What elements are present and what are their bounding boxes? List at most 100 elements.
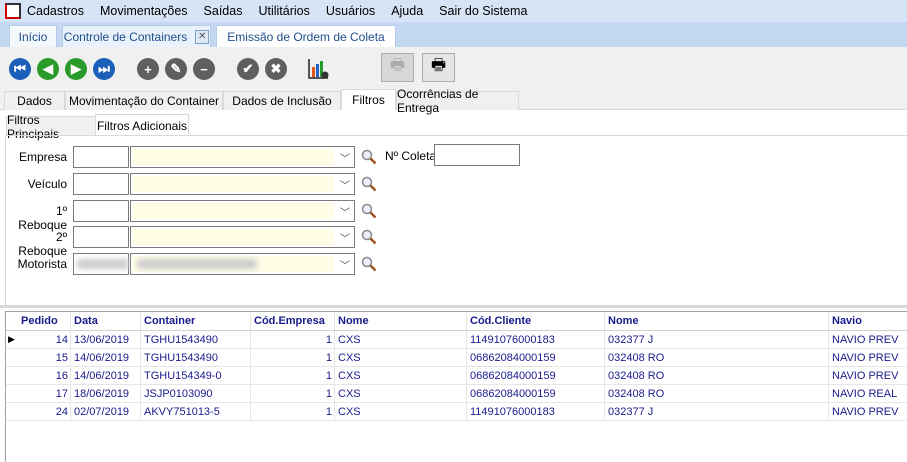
cell: 032408 RO bbox=[608, 352, 665, 364]
menu-saidas[interactable]: Saídas bbox=[204, 4, 243, 18]
cell: Nome bbox=[338, 315, 369, 327]
tab-label: Controle de Containers bbox=[63, 29, 188, 44]
cell: JSJP0103090 bbox=[144, 388, 213, 400]
cell: CXS bbox=[338, 352, 361, 364]
reboque-2-code-input[interactable] bbox=[73, 226, 129, 248]
tab-label: Filtros Adicionais bbox=[96, 118, 188, 133]
cell: CXS bbox=[338, 388, 361, 400]
splitter[interactable] bbox=[0, 305, 907, 308]
cell: 1 bbox=[325, 334, 332, 346]
cell: Container bbox=[144, 315, 196, 327]
table-row[interactable]: 16 14/06/2019 TGHU154349-0 1 CXS 068620840001… bbox=[6, 367, 907, 385]
cell: 11491076000183 bbox=[470, 334, 555, 346]
cell: 06862084000159 bbox=[470, 352, 556, 364]
veiculo-select[interactable]: ﹀ bbox=[130, 173, 355, 195]
cell: 14/06/2019 bbox=[74, 370, 130, 382]
reboque-2-label: 2º Reboque bbox=[18, 230, 67, 258]
cell: 24 bbox=[55, 406, 68, 418]
cell: Navio bbox=[832, 315, 862, 327]
reboque-1-select[interactable]: ﹀ bbox=[130, 200, 355, 222]
tab-controle-containers[interactable]: Controle de Containers ✕ bbox=[62, 25, 211, 47]
subtab-filtros-adicionais[interactable]: Filtros Adicionais bbox=[95, 114, 189, 136]
menu-movimentacoes[interactable]: Movimentações bbox=[100, 4, 188, 18]
cell: Data bbox=[74, 315, 98, 327]
motorista-code-input[interactable] bbox=[73, 253, 129, 275]
cell: 1 bbox=[325, 370, 332, 382]
edit-pencil-icon[interactable]: ✎ bbox=[165, 58, 187, 80]
cancel-x-icon[interactable]: ✖ bbox=[265, 58, 287, 80]
document-tabs: Início Controle de Containers ✕ Emissão d… bbox=[0, 22, 907, 47]
cell: Pedido bbox=[21, 315, 58, 327]
last-record-icon[interactable]: ⏭ bbox=[93, 58, 115, 80]
table-row[interactable]: 24 02/07/2019 AKVY751013-5 1 CXS 114910760001… bbox=[6, 403, 907, 421]
menu-cadastros[interactable]: Cadastros bbox=[27, 4, 84, 18]
chevron-down-icon[interactable]: ﹀ bbox=[340, 204, 350, 219]
empresa-code-input[interactable] bbox=[73, 146, 129, 168]
cell: 02/07/2019 bbox=[74, 406, 130, 418]
search-icon[interactable] bbox=[361, 176, 377, 192]
menu-utilitarios[interactable]: Utilitários bbox=[258, 4, 309, 18]
confirm-check-icon[interactable]: ✔ bbox=[237, 58, 259, 80]
close-tab-icon[interactable]: ✕ bbox=[195, 29, 210, 44]
veiculo-label: Veículo bbox=[27, 177, 67, 191]
search-icon[interactable] bbox=[361, 256, 377, 272]
tab-emissao-ordem-coleta[interactable]: Emissão de Ordem de Coleta bbox=[216, 25, 396, 47]
next-record-icon[interactable]: ▶ bbox=[65, 58, 87, 80]
veiculo-code-input[interactable] bbox=[73, 173, 129, 195]
tab-ocorrencias[interactable]: Ocorrências de Entrega bbox=[396, 87, 519, 115]
chevron-down-icon[interactable]: ﹀ bbox=[340, 150, 350, 165]
tab-dados-inclusao[interactable]: Dados de Inclusão bbox=[223, 91, 341, 110]
table-row[interactable]: 14 13/06/2019 TGHU1543490 1 CXS 1149107600018… bbox=[6, 331, 907, 349]
cell: NAVIO REAL bbox=[832, 388, 898, 400]
toolbar: ⏮ ◀ ▶ ⏭ + ✎ − ✔ ✖ 🖶 🖶 bbox=[0, 47, 907, 89]
print-icon[interactable]: 🖶 bbox=[422, 53, 455, 82]
cell: TGHU154349-0 bbox=[144, 370, 222, 382]
tab-dados[interactable]: Dados bbox=[4, 91, 65, 110]
cell: CXS bbox=[338, 334, 361, 346]
reboque-1-code-input[interactable] bbox=[73, 200, 129, 222]
cell: 06862084000159 bbox=[470, 388, 556, 400]
menu-ajuda[interactable]: Ajuda bbox=[391, 4, 423, 18]
reboque-1-label: 1º Reboque bbox=[18, 204, 67, 232]
table-row[interactable]: 17 18/06/2019 JSJP0103090 1 CXS 0686208400015… bbox=[6, 385, 907, 403]
cell: 1 bbox=[325, 388, 332, 400]
cell: 032377 J bbox=[608, 406, 654, 418]
empresa-select[interactable]: ﹀ bbox=[130, 146, 355, 168]
table-row[interactable]: 15 14/06/2019 TGHU1543490 1 CXS 0686208400015… bbox=[6, 349, 907, 367]
menu-sair[interactable]: Sair do Sistema bbox=[439, 4, 527, 18]
cell: 16 bbox=[55, 370, 68, 382]
search-icon[interactable] bbox=[361, 149, 377, 165]
cell: 17 bbox=[55, 388, 68, 400]
tab-filtros[interactable]: Filtros bbox=[341, 89, 396, 110]
chevron-down-icon[interactable]: ﹀ bbox=[340, 257, 350, 272]
first-record-icon[interactable]: ⏮ bbox=[9, 58, 31, 80]
redacted-value bbox=[137, 259, 257, 269]
menu-usuarios[interactable]: Usuários bbox=[326, 4, 375, 18]
cell: CXS bbox=[338, 370, 361, 382]
coleta-input[interactable] bbox=[434, 144, 520, 166]
cell: 1 bbox=[325, 406, 332, 418]
tab-label: Filtros bbox=[352, 93, 385, 107]
cell: NAVIO PREV bbox=[832, 352, 899, 364]
tab-movimentacao[interactable]: Movimentação do Container bbox=[65, 91, 223, 110]
cell: Cód.Cliente bbox=[470, 315, 532, 327]
print-preview-disabled-icon: 🖶 bbox=[381, 53, 414, 82]
report-chart-icon[interactable] bbox=[308, 58, 330, 80]
motorista-select[interactable]: ﹀ bbox=[130, 253, 355, 275]
search-icon[interactable] bbox=[361, 229, 377, 245]
chevron-down-icon[interactable]: ﹀ bbox=[340, 230, 350, 245]
reboque-2-select[interactable]: ﹀ bbox=[130, 226, 355, 248]
add-icon[interactable]: + bbox=[137, 58, 159, 80]
tab-inicio[interactable]: Início bbox=[9, 25, 57, 47]
subtab-filtros-principais[interactable]: Filtros Principais bbox=[6, 113, 96, 141]
cell: 06862084000159 bbox=[470, 370, 556, 382]
app-logo-icon bbox=[5, 3, 21, 19]
cell: 14/06/2019 bbox=[74, 352, 130, 364]
chevron-down-icon[interactable]: ﹀ bbox=[340, 177, 350, 192]
cell: NAVIO PREV bbox=[832, 406, 899, 418]
combo-field bbox=[133, 229, 334, 245]
search-icon[interactable] bbox=[361, 203, 377, 219]
cell: CXS bbox=[338, 406, 361, 418]
delete-minus-icon[interactable]: − bbox=[193, 58, 215, 80]
previous-record-icon[interactable]: ◀ bbox=[37, 58, 59, 80]
